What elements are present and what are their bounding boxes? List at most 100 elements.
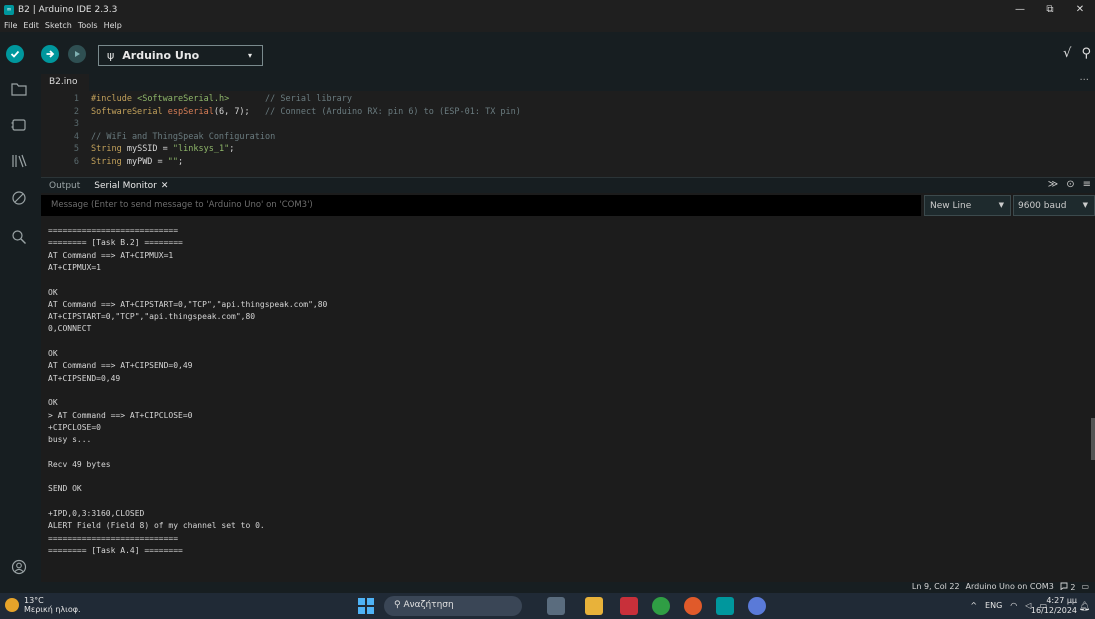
- serial-line: ALERT Field (Field 8) of my channel set …: [48, 521, 265, 531]
- xbox-icon[interactable]: [652, 597, 670, 615]
- panel-toggle-icon[interactable]: ▭: [1081, 582, 1089, 592]
- line-number: 6: [73, 156, 79, 167]
- serial-line: > AT Command ==> AT+CIPCLOSE=0: [48, 410, 193, 420]
- account-icon[interactable]: [8, 556, 30, 578]
- serial-line: +CIPCLOSE=0: [48, 422, 101, 432]
- tab-serial-monitor[interactable]: Serial Monitor ✕: [94, 181, 168, 191]
- menu-edit[interactable]: Edit: [23, 21, 39, 30]
- code-token: String: [91, 144, 122, 154]
- menu-tools[interactable]: Tools: [78, 21, 98, 30]
- code-line: 4 // WiFi and ThingSpeak Configuration: [41, 132, 275, 144]
- close-icon[interactable]: ✕: [161, 181, 169, 191]
- library-icon[interactable]: [8, 150, 30, 172]
- taskbar-search[interactable]: ⚲ Αναζήτηση: [384, 596, 522, 616]
- arrow-right-icon: [46, 50, 55, 58]
- weather-temp: 13°C: [24, 596, 44, 605]
- panel-tab-bar: Output Serial Monitor ✕: [41, 177, 1095, 193]
- code-token: <SoftwareSerial.h>: [137, 94, 230, 104]
- notifications-badge[interactable]: 2: [1060, 582, 1076, 592]
- code-token: espSerial: [167, 106, 214, 117]
- menu-sketch[interactable]: Sketch: [45, 21, 72, 30]
- message-input[interactable]: Message (Enter to send message to 'Ardui…: [41, 195, 921, 216]
- serial-line: Recv 49 bytes: [48, 459, 111, 469]
- bell-icon[interactable]: 🔔︎: [1079, 602, 1090, 612]
- serial-line: AT+CIPSEND=0,49: [48, 373, 121, 383]
- code-line: 1 #include <SoftwareSerial.h> // Serial l…: [41, 94, 352, 106]
- debug-play-icon: [75, 51, 80, 57]
- line-number: 1: [73, 94, 79, 104]
- board-selector[interactable]: ψ Arduino Uno ▾: [98, 45, 263, 66]
- serial-line: SEND OK: [48, 484, 82, 494]
- clock[interactable]: 4:27 μμ 16/12/2024: [1031, 596, 1077, 616]
- language-indicator[interactable]: ENG: [985, 601, 1002, 610]
- board-name: Arduino Uno: [122, 49, 200, 62]
- code-token: ;: [178, 156, 184, 167]
- code-token: String: [91, 156, 122, 167]
- code-token: // WiFi and ThingSpeak Configuration: [91, 131, 276, 142]
- code-token: "linksys_1": [172, 144, 230, 154]
- debug-icon[interactable]: [8, 187, 30, 209]
- code-line: 2 SoftwareSerial espSerial(6, 7); // Conn…: [41, 107, 521, 119]
- search-icon[interactable]: [8, 226, 30, 248]
- maximize-button[interactable]: ⧉: [1035, 0, 1065, 19]
- weather-widget[interactable]: 13°C Μερική ηλιοφ.: [24, 596, 81, 614]
- code-token: (6, 7);: [213, 106, 266, 117]
- red-app-icon[interactable]: [620, 597, 638, 615]
- serial-line: AT Command ==> AT+CIPSEND=0,49: [48, 361, 193, 371]
- task-view-icon[interactable]: [547, 597, 565, 615]
- baud-rate-select[interactable]: 9600 baud ▼: [1013, 195, 1095, 216]
- code-token: "": [167, 156, 179, 167]
- notifications-count: 2: [1070, 583, 1076, 592]
- serial-plotter-icon[interactable]: √: [1063, 46, 1071, 61]
- verify-button[interactable]: [6, 45, 24, 63]
- folder-icon[interactable]: [8, 78, 30, 100]
- arduino-taskbar-icon[interactable]: [716, 597, 734, 615]
- serial-monitor-icon[interactable]: ⚲: [1081, 46, 1091, 61]
- code-token: #include: [91, 94, 132, 104]
- debug-button[interactable]: [68, 45, 86, 63]
- tab-output[interactable]: Output: [49, 181, 80, 191]
- toolbar-right: √ ⚲: [1063, 46, 1091, 61]
- windows-start-icon[interactable]: [358, 598, 374, 614]
- serial-line: OK: [48, 349, 58, 358]
- line-ending-value: New Line: [930, 201, 972, 211]
- serial-line: 0,CONNECT: [48, 324, 92, 334]
- tray-arrow-icon[interactable]: ^: [970, 601, 977, 610]
- status-bar-right: Ln 9, Col 22 Arduino Uno on COM3 2 ▭: [912, 582, 1089, 592]
- menu-help[interactable]: Help: [104, 21, 122, 30]
- weather-icon[interactable]: [5, 598, 19, 612]
- chevron-down-icon: ▼: [998, 201, 1004, 209]
- code-token: SoftwareSerial: [91, 106, 163, 117]
- tab-b2-ino[interactable]: B2.ino: [41, 74, 89, 91]
- timestamp-icon[interactable]: ⊙: [1066, 179, 1074, 190]
- close-button[interactable]: ✕: [1065, 0, 1095, 19]
- notification-icon: [1060, 582, 1068, 591]
- chevron-down-icon: ▾: [247, 51, 252, 60]
- menu-file[interactable]: File: [4, 21, 17, 30]
- line-number: 5: [73, 144, 79, 154]
- upload-button[interactable]: [41, 45, 59, 63]
- baud-rate-value: 9600 baud: [1018, 201, 1067, 211]
- serial-line: ======== [Task A.4] ========: [48, 545, 183, 555]
- serial-line: OK: [48, 287, 58, 297]
- line-ending-select[interactable]: New Line ▼: [924, 195, 1011, 216]
- code-token: ;: [229, 144, 235, 154]
- brand-app-icon[interactable]: [748, 597, 766, 615]
- scrollbar-thumb[interactable]: [1091, 418, 1095, 460]
- clear-output-icon[interactable]: ≡: [1083, 179, 1091, 190]
- checkmark-icon: [10, 50, 20, 58]
- minimize-button[interactable]: —: [1005, 0, 1035, 19]
- serial-line: ===========================: [48, 226, 179, 235]
- chrome-icon[interactable]: [684, 597, 702, 615]
- wifi-icon[interactable]: ◠: [1010, 601, 1017, 610]
- code-token: // Serial library: [265, 94, 353, 104]
- more-icon[interactable]: ···: [1079, 75, 1089, 86]
- code-token: // Connect (Arduino RX: pin 6) to (ESP-0…: [265, 106, 521, 117]
- board-manager-icon[interactable]: [8, 114, 30, 136]
- window-title: B2 | Arduino IDE 2.3.3: [18, 4, 118, 15]
- autoscroll-icon[interactable]: ≫: [1048, 179, 1058, 190]
- board-port-status[interactable]: Arduino Uno on COM3: [966, 582, 1054, 592]
- line-number: 4: [73, 131, 79, 142]
- code-line: 3: [41, 119, 91, 131]
- file-explorer-icon[interactable]: [585, 597, 603, 615]
